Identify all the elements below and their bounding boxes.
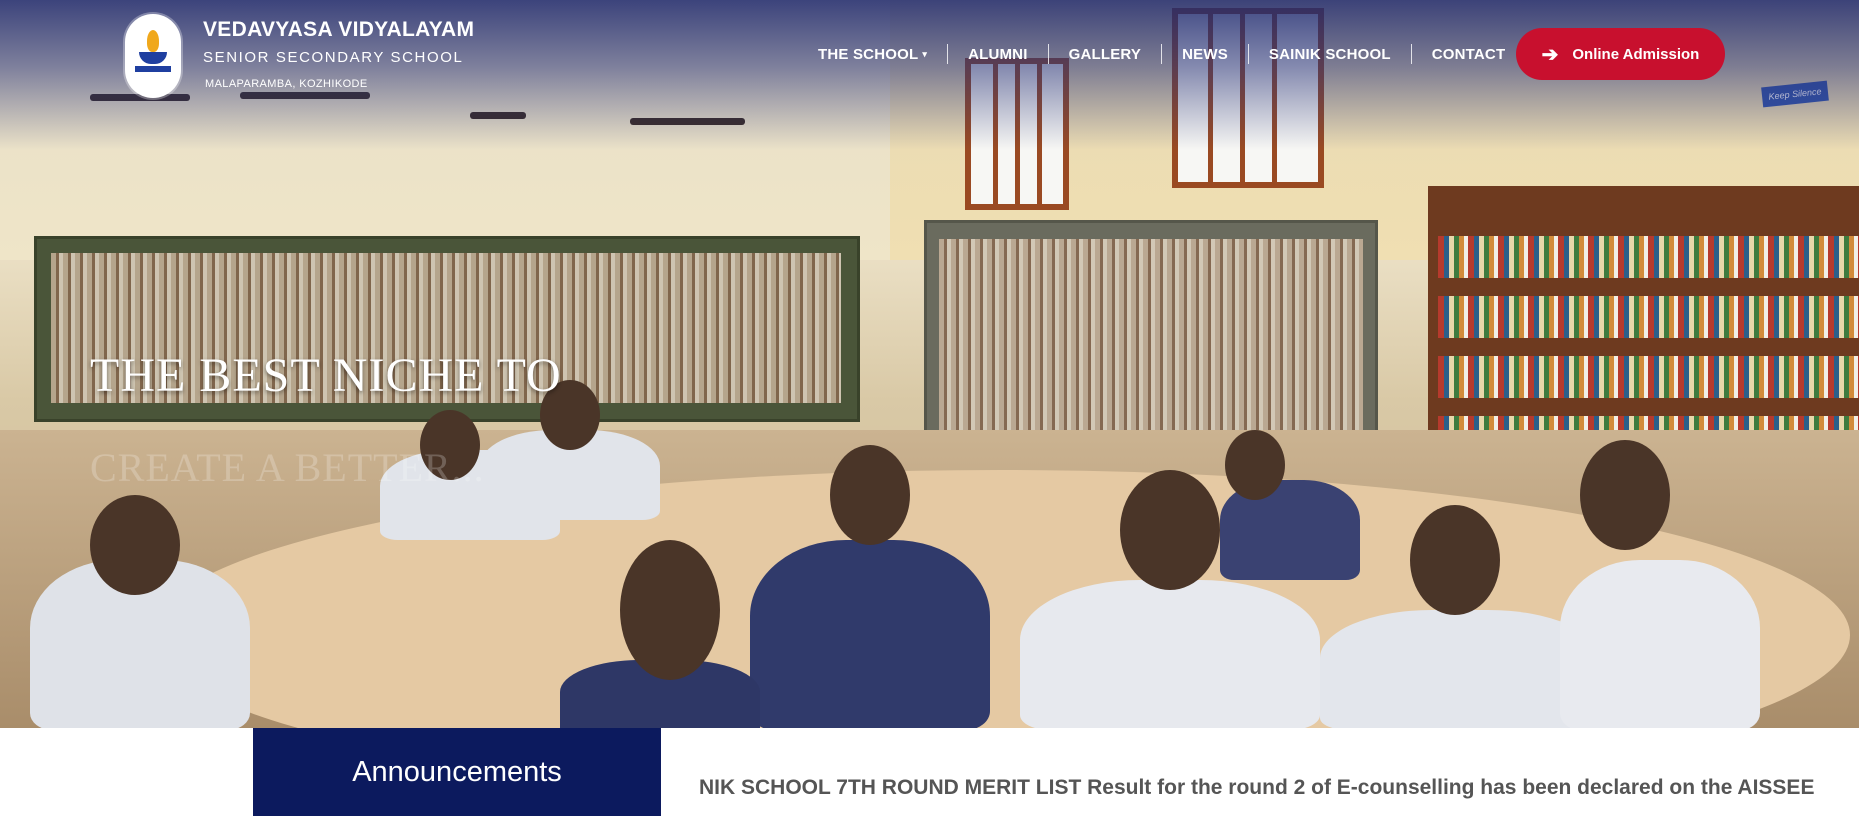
nav-item-alumni[interactable]: ALUMNI bbox=[948, 46, 1048, 63]
announcements-label: Announcements bbox=[253, 728, 661, 816]
hero-subtitle-ghost: CREATE A BETTER... bbox=[90, 445, 485, 490]
student-head bbox=[1410, 505, 1500, 615]
nav-item-contact[interactable]: CONTACT bbox=[1412, 46, 1526, 63]
nav-item-gallery[interactable]: GALLERY bbox=[1049, 46, 1162, 63]
lamp-flame-icon bbox=[147, 30, 159, 52]
ticker-text[interactable]: NIK SCHOOL 7TH ROUND MERIT LIST Result f… bbox=[699, 728, 1814, 816]
student bbox=[1020, 580, 1320, 728]
school-logo[interactable] bbox=[125, 14, 181, 98]
slider-prev-icon[interactable]: ‹ bbox=[6, 742, 17, 776]
student-head bbox=[620, 540, 720, 680]
main-nav: THE SCHOOL ▾ ALUMNI GALLERY NEWS SAINIK S… bbox=[798, 44, 1525, 64]
online-admission-button[interactable]: ➔ Online Admission bbox=[1516, 28, 1725, 80]
brand-subtitle: SENIOR SECONDARY SCHOOL bbox=[203, 49, 464, 66]
brand-name[interactable]: VEDAVYASA VIDYALAYAM bbox=[203, 18, 474, 42]
announcements-ticker[interactable]: NIK SCHOOL 7TH ROUND MERIT LIST Result f… bbox=[661, 728, 1859, 816]
student bbox=[1320, 610, 1600, 728]
hero-banner: Keep Silence THE BEST NICHE TO CREATE A … bbox=[0, 0, 1859, 728]
student-head bbox=[1580, 440, 1670, 550]
student-head bbox=[90, 495, 180, 595]
nav-item-sainik-school[interactable]: SAINIK SCHOOL bbox=[1249, 46, 1411, 63]
arrow-right-icon: ➔ bbox=[1541, 43, 1559, 66]
student-head bbox=[830, 445, 910, 545]
student bbox=[750, 540, 990, 728]
caret-down-icon: ▾ bbox=[922, 48, 928, 59]
lamp-icon bbox=[139, 52, 167, 64]
student-head bbox=[1225, 430, 1285, 500]
nav-item-news[interactable]: NEWS bbox=[1162, 46, 1248, 63]
nav-item-the-school[interactable]: THE SCHOOL ▾ bbox=[798, 46, 947, 63]
student-head bbox=[1120, 470, 1220, 590]
brand-location: MALAPARAMBA, KOZHIKODE bbox=[205, 78, 368, 90]
student bbox=[1560, 560, 1760, 728]
slider-next-icon[interactable]: › bbox=[104, 742, 115, 776]
hero-title: THE BEST NICHE TO bbox=[90, 349, 562, 402]
online-admission-label: Online Admission bbox=[1572, 45, 1700, 63]
